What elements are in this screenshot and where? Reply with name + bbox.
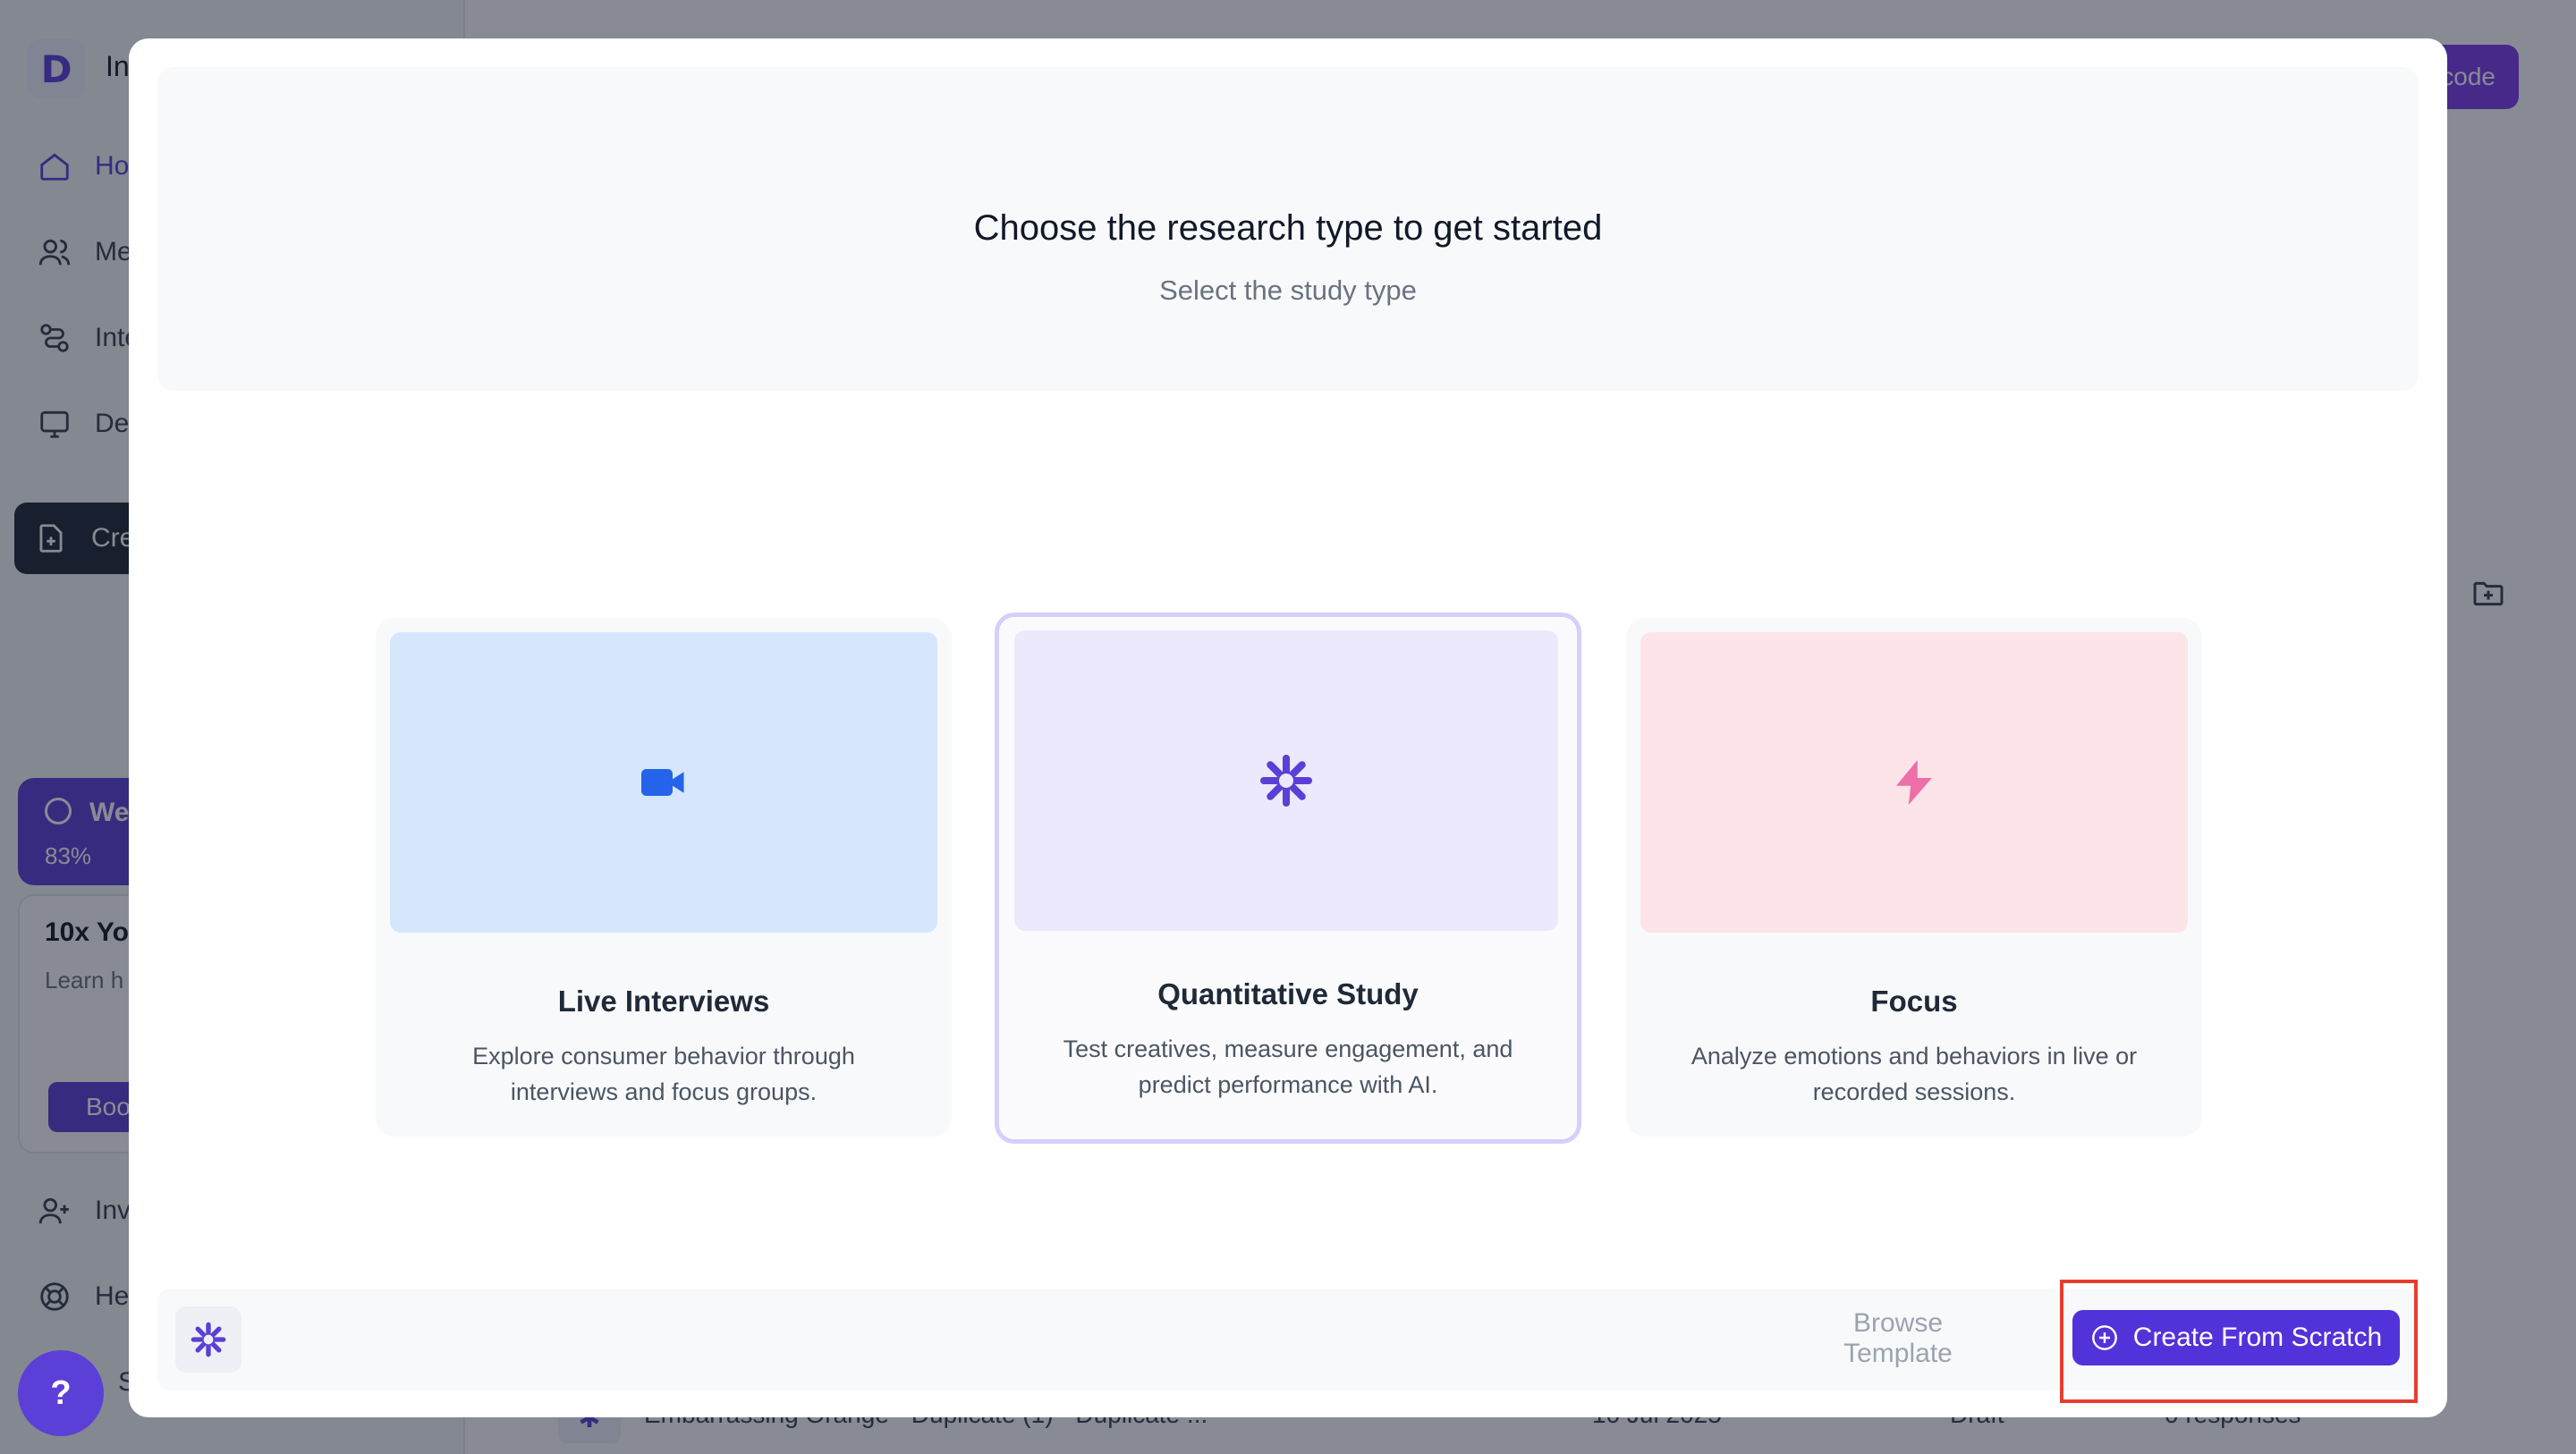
asterisk-icon [191,1322,226,1357]
modal-footer: Browse Template Create From Scratch [157,1289,2419,1391]
help-button[interactable]: ? [18,1350,104,1436]
card-thumbnail [1014,630,1558,931]
research-type-modal: Choose the research type to get started … [129,38,2447,1417]
lightning-icon [1896,760,1932,805]
plus-circle-icon [2091,1325,2117,1350]
card-live-interviews[interactable]: Live Interviews Explore consumer behavio… [376,618,952,1137]
card-description: Analyze emotions and behaviors in live o… [1690,1043,2138,1105]
video-camera-icon [641,769,684,796]
create-from-scratch-label: Create From Scratch [2132,1323,2383,1352]
modal-subtitle: Select the study type [1159,275,1417,306]
card-focus[interactable]: Focus Analyze emotions and behaviors in … [1626,618,2202,1137]
card-title: Focus [1870,985,1958,1018]
create-from-scratch-button[interactable]: Create From Scratch [2072,1310,2400,1365]
card-description: Test creatives, measure engagement, and … [1063,1036,1513,1098]
card-description: Explore consumer behavior through interv… [472,1043,855,1105]
card-thumbnail [1640,632,2188,933]
card-title: Quantitative Study [1157,977,1419,1010]
browse-template-button[interactable]: Browse Template [1800,1308,1996,1369]
modal-header: Choose the research type to get started … [157,67,2419,391]
card-thumbnail [390,632,937,933]
modal-title: Choose the research type to get started [973,208,1603,248]
asterisk-icon [1260,755,1312,807]
card-title: Live Interviews [557,985,770,1018]
footer-logo [175,1306,242,1373]
card-quantitative-study[interactable]: Quantitative Study Test creatives, measu… [995,613,1581,1144]
